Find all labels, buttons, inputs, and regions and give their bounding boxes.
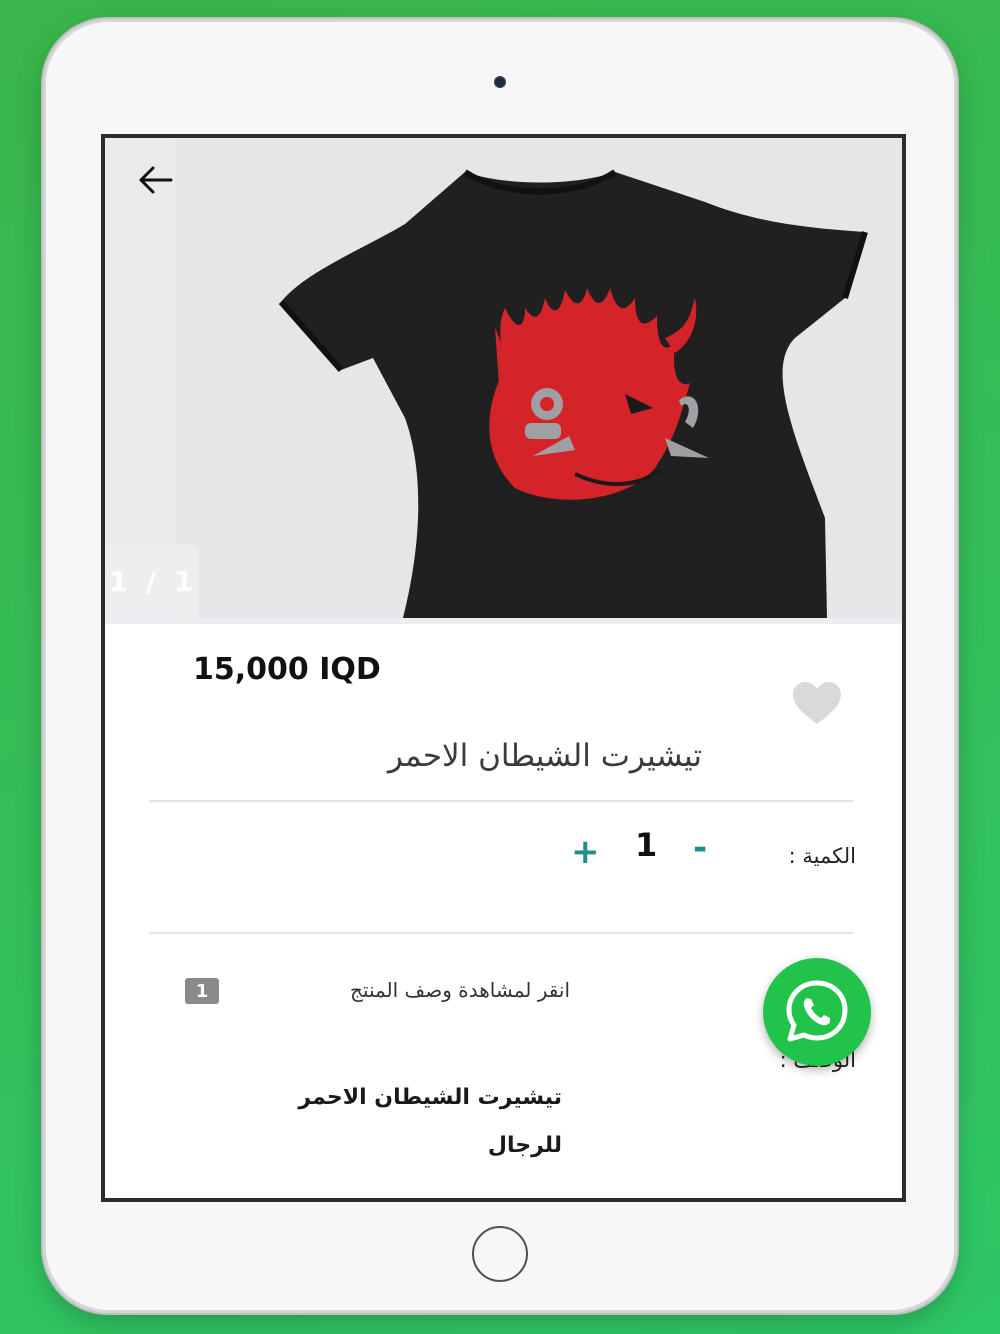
product-price: 15,000 IQD — [193, 652, 381, 687]
description-text: تيشيرت الشيطان الاحمر للرجال — [298, 1085, 562, 1158]
quantity-label: الكمية : — [788, 844, 856, 868]
back-arrow-icon — [139, 166, 173, 194]
quantity-increase-button[interactable]: + — [571, 832, 600, 872]
back-button[interactable] — [135, 160, 175, 200]
divider — [149, 932, 853, 934]
favorite-button[interactable] — [791, 680, 843, 726]
heart-icon — [793, 682, 841, 724]
tshirt-image — [105, 138, 902, 618]
image-bottom-strip — [105, 618, 902, 624]
description-count-badge: 1 — [185, 978, 219, 1004]
image-counter: 1 / 1 — [107, 544, 199, 618]
front-camera — [494, 76, 506, 88]
app-screen: 1 / 1 15,000 IQD تيشيرت الشيطان الاحمر ا… — [101, 134, 906, 1202]
quantity-decrease-button[interactable]: - — [693, 828, 707, 868]
home-button[interactable] — [472, 1226, 528, 1282]
tablet-frame: 1 / 1 15,000 IQD تيشيرت الشيطان الاحمر ا… — [46, 22, 954, 1310]
whatsapp-icon — [786, 980, 848, 1042]
description-toggle[interactable]: انقر لمشاهدة وصف المنتج — [350, 978, 570, 1002]
product-image[interactable]: 1 / 1 — [105, 138, 902, 618]
whatsapp-button[interactable] — [763, 958, 871, 1066]
divider — [149, 800, 853, 802]
product-title: تيشيرت الشيطان الاحمر — [387, 738, 702, 774]
quantity-value: 1 — [635, 826, 658, 864]
